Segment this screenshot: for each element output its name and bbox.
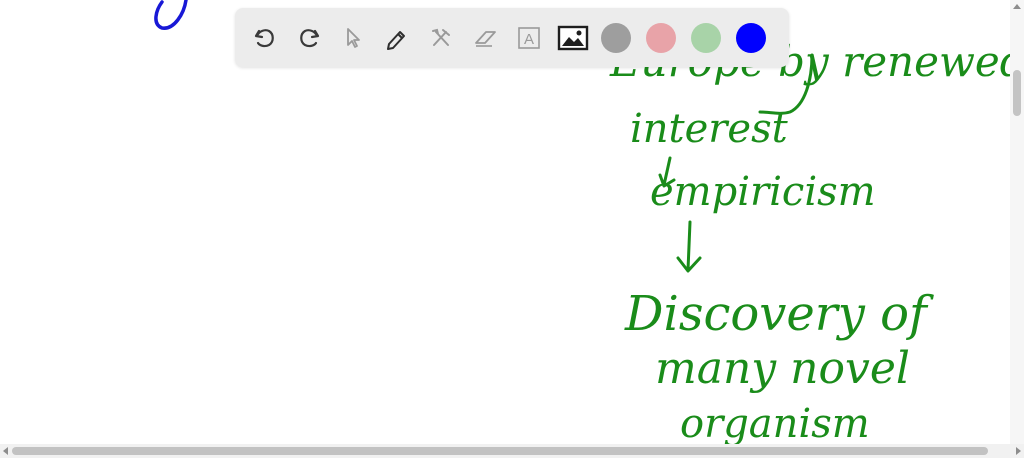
arrow-down-2 — [676, 220, 702, 273]
redo-icon — [300, 28, 320, 47]
pen-tool-button[interactable] — [381, 22, 413, 54]
whiteboard-canvas[interactable]: Europe by renewed interest empiricism Di… — [0, 0, 1024, 458]
image-icon — [557, 25, 589, 50]
image-upload-button[interactable] — [557, 22, 589, 54]
note-line-discovery: Discovery of — [624, 286, 934, 342]
blue-ink-stroke — [154, 0, 188, 30]
select-tool-button[interactable] — [337, 22, 369, 54]
horizontal-scroll-thumb[interactable] — [12, 447, 988, 455]
color-swatch-gray[interactable] — [601, 22, 631, 53]
color-swatch-light-green[interactable] — [691, 22, 721, 53]
undo-icon — [254, 28, 274, 47]
undo-button[interactable] — [249, 22, 281, 54]
drawing-toolbar: A — [235, 8, 789, 67]
scroll-up-arrow-icon[interactable] — [1013, 4, 1021, 9]
vertical-scroll-thumb[interactable] — [1013, 70, 1021, 116]
tools-button[interactable] — [425, 22, 457, 54]
color-swatch-blue[interactable] — [736, 22, 766, 53]
color-swatch-pink[interactable] — [646, 22, 676, 53]
select-cursor-icon — [347, 27, 360, 48]
tools-icon — [432, 28, 450, 46]
scroll-left-arrow-icon[interactable] — [3, 447, 8, 455]
horizontal-scrollbar[interactable] — [0, 444, 1024, 458]
note-line-many-novel: many novel — [655, 343, 910, 394]
vertical-scrollbar[interactable] — [1010, 0, 1024, 444]
note-line-organism: organism — [680, 401, 870, 447]
text-tool-button[interactable]: A — [513, 22, 545, 54]
note-line-empiricism: empiricism — [650, 169, 876, 215]
svg-text:A: A — [524, 31, 534, 48]
eraser-button[interactable] — [469, 22, 501, 54]
eraser-icon — [475, 30, 496, 47]
scroll-right-arrow-icon[interactable] — [1016, 447, 1021, 455]
redo-button[interactable] — [293, 22, 325, 54]
text-tool-icon: A — [518, 26, 540, 49]
ink-layer: Europe by renewed interest empiricism Di… — [154, 0, 1024, 447]
pen-icon — [387, 30, 405, 50]
